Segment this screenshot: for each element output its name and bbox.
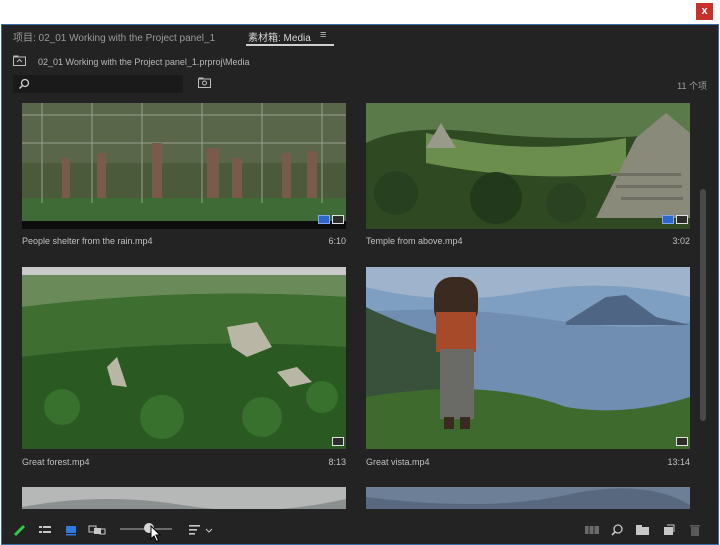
clip-thumbnail[interactable] <box>366 103 690 229</box>
clip-name: Great vista.mp4 <box>366 457 430 467</box>
search-input[interactable] <box>13 75 183 93</box>
clip-duration: 6:10 <box>328 236 346 246</box>
item-count: 11 个项 <box>677 81 707 91</box>
clip-item[interactable]: Great forest.mp4 8:13 <box>22 267 346 473</box>
clip-item[interactable] <box>22 487 346 509</box>
clip-thumbnail[interactable] <box>366 267 690 449</box>
fit-badge-icon <box>332 215 344 224</box>
search-icon <box>18 78 30 90</box>
clip-name: Great forest.mp4 <box>22 457 90 467</box>
close-window-button[interactable]: x <box>696 3 713 20</box>
new-item-icon[interactable] <box>662 523 676 537</box>
vertical-scrollbar[interactable] <box>699 103 707 509</box>
tab-bin-media[interactable]: 素材箱: Media <box>248 29 311 44</box>
hamburger-menu-icon[interactable]: ≡ <box>320 29 326 41</box>
freeform-view-icon[interactable] <box>88 523 106 537</box>
clip-name: People shelter from the rain.mp4 <box>22 236 153 246</box>
clip-item[interactable]: Temple from above.mp4 3:02 <box>366 103 690 253</box>
bin-path: 02_01 Working with the Project panel_1.p… <box>38 57 250 67</box>
sort-icon[interactable] <box>188 523 214 537</box>
icon-view-icon[interactable] <box>64 523 78 537</box>
clear-icon[interactable] <box>688 523 702 537</box>
clip-item[interactable] <box>366 487 690 509</box>
fit-badge-icon <box>676 437 688 446</box>
new-search-bin-icon[interactable] <box>198 77 211 88</box>
clip-duration: 13:14 <box>667 457 690 467</box>
bottom-toolbar <box>2 517 718 543</box>
fit-badge-icon <box>676 215 688 224</box>
clip-duration: 3:02 <box>672 236 690 246</box>
list-view-icon[interactable] <box>38 523 52 537</box>
panel-tab-bar: 项目: 02_01 Working with the Project panel… <box>2 25 718 47</box>
tab-project[interactable]: 项目: 02_01 Working with the Project panel… <box>13 29 215 44</box>
clip-item[interactable]: Great vista.mp4 13:14 <box>366 267 690 473</box>
window-titlebar: x <box>0 0 720 24</box>
clip-item[interactable]: People shelter from the rain.mp4 6:10 <box>22 103 346 253</box>
clip-thumbnail[interactable] <box>22 103 346 229</box>
search-row: 11 个项 <box>2 75 718 95</box>
bin-up-icon[interactable] <box>13 55 26 66</box>
find-icon[interactable] <box>610 523 624 537</box>
mouse-pointer-icon <box>150 525 162 543</box>
bin-path-row: 02_01 Working with the Project panel_1.p… <box>2 53 718 71</box>
project-panel: 项目: 02_01 Working with the Project panel… <box>1 24 719 545</box>
clip-grid: People shelter from the rain.mp4 6:10 Te… <box>2 103 696 509</box>
clip-thumbnail[interactable] <box>366 487 690 509</box>
clip-duration: 8:13 <box>328 457 346 467</box>
active-tab-indicator <box>246 44 334 46</box>
clip-thumbnail[interactable] <box>22 267 346 449</box>
video-audio-badge-icon <box>662 215 674 224</box>
new-bin-icon[interactable] <box>635 523 651 537</box>
clip-thumbnail[interactable] <box>22 487 346 509</box>
pencil-icon[interactable] <box>13 523 27 537</box>
automate-to-sequence-icon[interactable] <box>584 523 600 537</box>
clip-name: Temple from above.mp4 <box>366 236 463 246</box>
scrollbar-thumb[interactable] <box>700 189 706 421</box>
video-audio-badge-icon <box>318 215 330 224</box>
fit-badge-icon <box>332 437 344 446</box>
